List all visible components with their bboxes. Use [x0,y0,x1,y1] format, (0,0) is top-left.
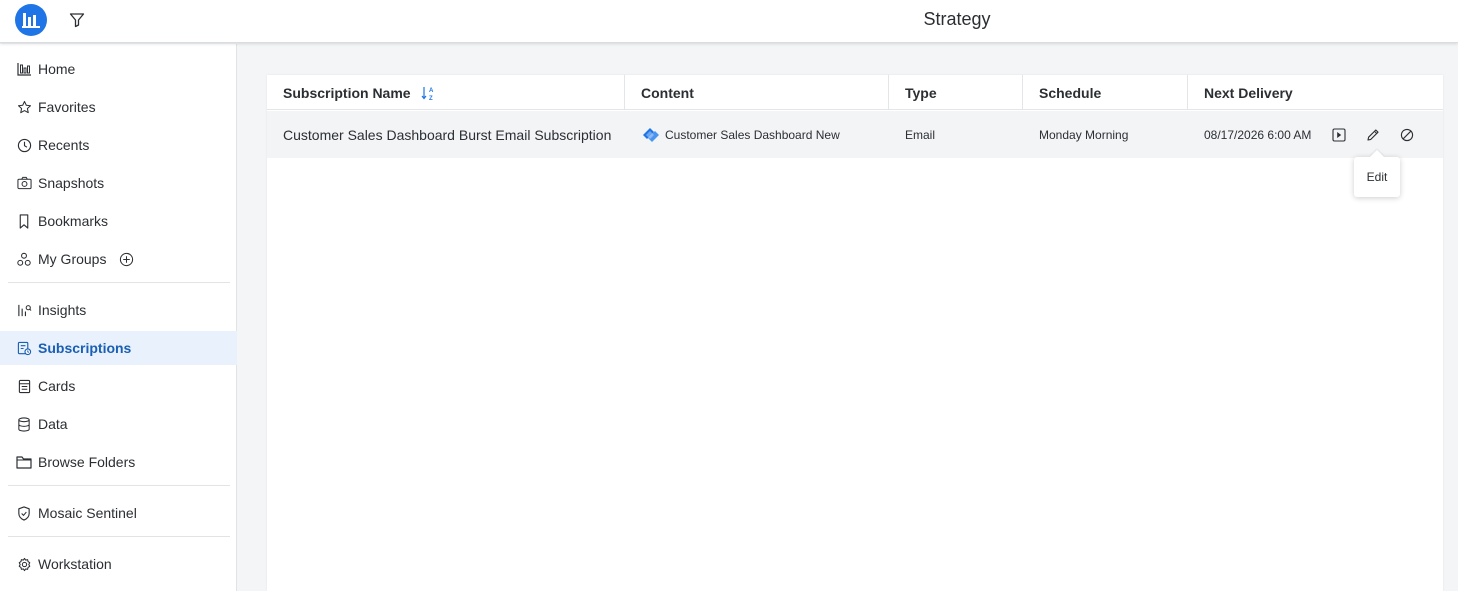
table-row[interactable]: Customer Sales Dashboard Burst Email Sub… [267,111,1443,158]
gear-icon [16,556,32,572]
sidebar-item-mosaic-sentinel[interactable]: Mosaic Sentinel [0,496,237,530]
cards-icon [16,378,32,394]
column-header-label: Next Delivery [1204,84,1293,101]
sidebar-item-label: Favorites [38,99,96,115]
sort-az-icon[interactable]: AZ [421,85,435,101]
sidebar-item-label: Insights [38,302,87,318]
dashboard-icon [641,126,661,144]
content-cell[interactable]: Customer Sales Dashboard New [625,111,889,158]
camera-icon [16,175,32,191]
top-bar: Strategy [0,0,1458,43]
subscriptions-icon [16,340,32,356]
star-icon [16,99,32,115]
column-header-label: Content [641,84,694,101]
sidebar-item-label: Browse Folders [38,454,136,470]
insights-icon [16,302,32,318]
groups-icon [16,251,32,267]
column-header-content[interactable]: Content [625,75,889,110]
sidebar-item-label: Data [38,416,68,432]
sidebar-item-cards[interactable]: Cards [0,369,237,403]
sidebar-item-snapshots[interactable]: Snapshots [0,166,237,200]
svg-text:Z: Z [429,96,433,101]
tooltip-text: Edit [1366,170,1388,184]
sidebar-item-label: Subscriptions [38,340,132,356]
sidebar: Home Favorites Recents Snapshots Bookmar… [0,44,237,591]
schedule-cell: Monday Morning [1039,127,1129,142]
column-header-label: Subscription Name [283,84,411,101]
column-header-label: Schedule [1039,84,1102,101]
column-header-next-delivery[interactable]: Next Delivery [1188,75,1443,110]
sidebar-divider [8,282,230,283]
sidebar-item-label: Workstation [38,556,112,572]
next-delivery-cell: 08/17/2026 6:00 AM [1204,127,1312,142]
database-icon [16,416,32,432]
folder-icon [16,454,32,470]
plus-circle-icon[interactable] [118,251,134,267]
content-label: Customer Sales Dashboard New [665,127,840,142]
subscriptions-panel: Subscription Name AZ Content Type Schedu… [267,75,1443,591]
sidebar-item-data[interactable]: Data [0,407,237,441]
edit-tooltip: Edit [1354,157,1400,197]
sidebar-item-label: Cards [38,378,76,394]
subscription-name-cell: Customer Sales Dashboard Burst Email Sub… [283,126,612,143]
column-header-subscription-name[interactable]: Subscription Name AZ [267,75,625,110]
sidebar-item-label: Home [38,61,76,77]
sidebar-divider [8,485,230,486]
sidebar-item-workstation[interactable]: Workstation [0,547,237,581]
edit-icon[interactable] [1363,125,1383,145]
sidebar-divider [8,536,230,537]
bar-chart-icon [16,61,32,77]
column-header-schedule[interactable]: Schedule [1023,75,1188,110]
unsubscribe-icon[interactable] [1397,125,1417,145]
sidebar-item-favorites[interactable]: Favorites [0,90,237,124]
sidebar-item-insights[interactable]: Insights [0,293,237,327]
sidebar-item-label: Bookmarks [38,213,109,229]
sidebar-item-label: Mosaic Sentinel [38,505,137,521]
type-cell: Email [905,127,936,142]
sidebar-item-label: Snapshots [38,175,105,191]
table-header: Subscription Name AZ Content Type Schedu… [267,75,1443,110]
clock-icon [16,137,32,153]
sidebar-item-bookmarks[interactable]: Bookmarks [0,204,237,238]
column-header-label: Type [905,84,937,101]
sidebar-item-my-groups[interactable]: My Groups [0,242,237,276]
row-actions [1329,111,1431,158]
sidebar-item-browse-folders[interactable]: Browse Folders [0,445,237,479]
sidebar-item-subscriptions[interactable]: Subscriptions [0,331,237,365]
app-title: Strategy [923,9,991,29]
svg-text:A: A [429,88,434,94]
sidebar-item-label: My Groups [38,251,107,267]
column-header-type[interactable]: Type [889,75,1023,110]
sidebar-item-recents[interactable]: Recents [0,128,237,162]
bookmark-icon [16,213,32,229]
run-icon[interactable] [1329,125,1349,145]
shield-icon [16,505,32,521]
sidebar-item-label: Recents [38,137,90,153]
sidebar-item-home[interactable]: Home [0,52,237,86]
